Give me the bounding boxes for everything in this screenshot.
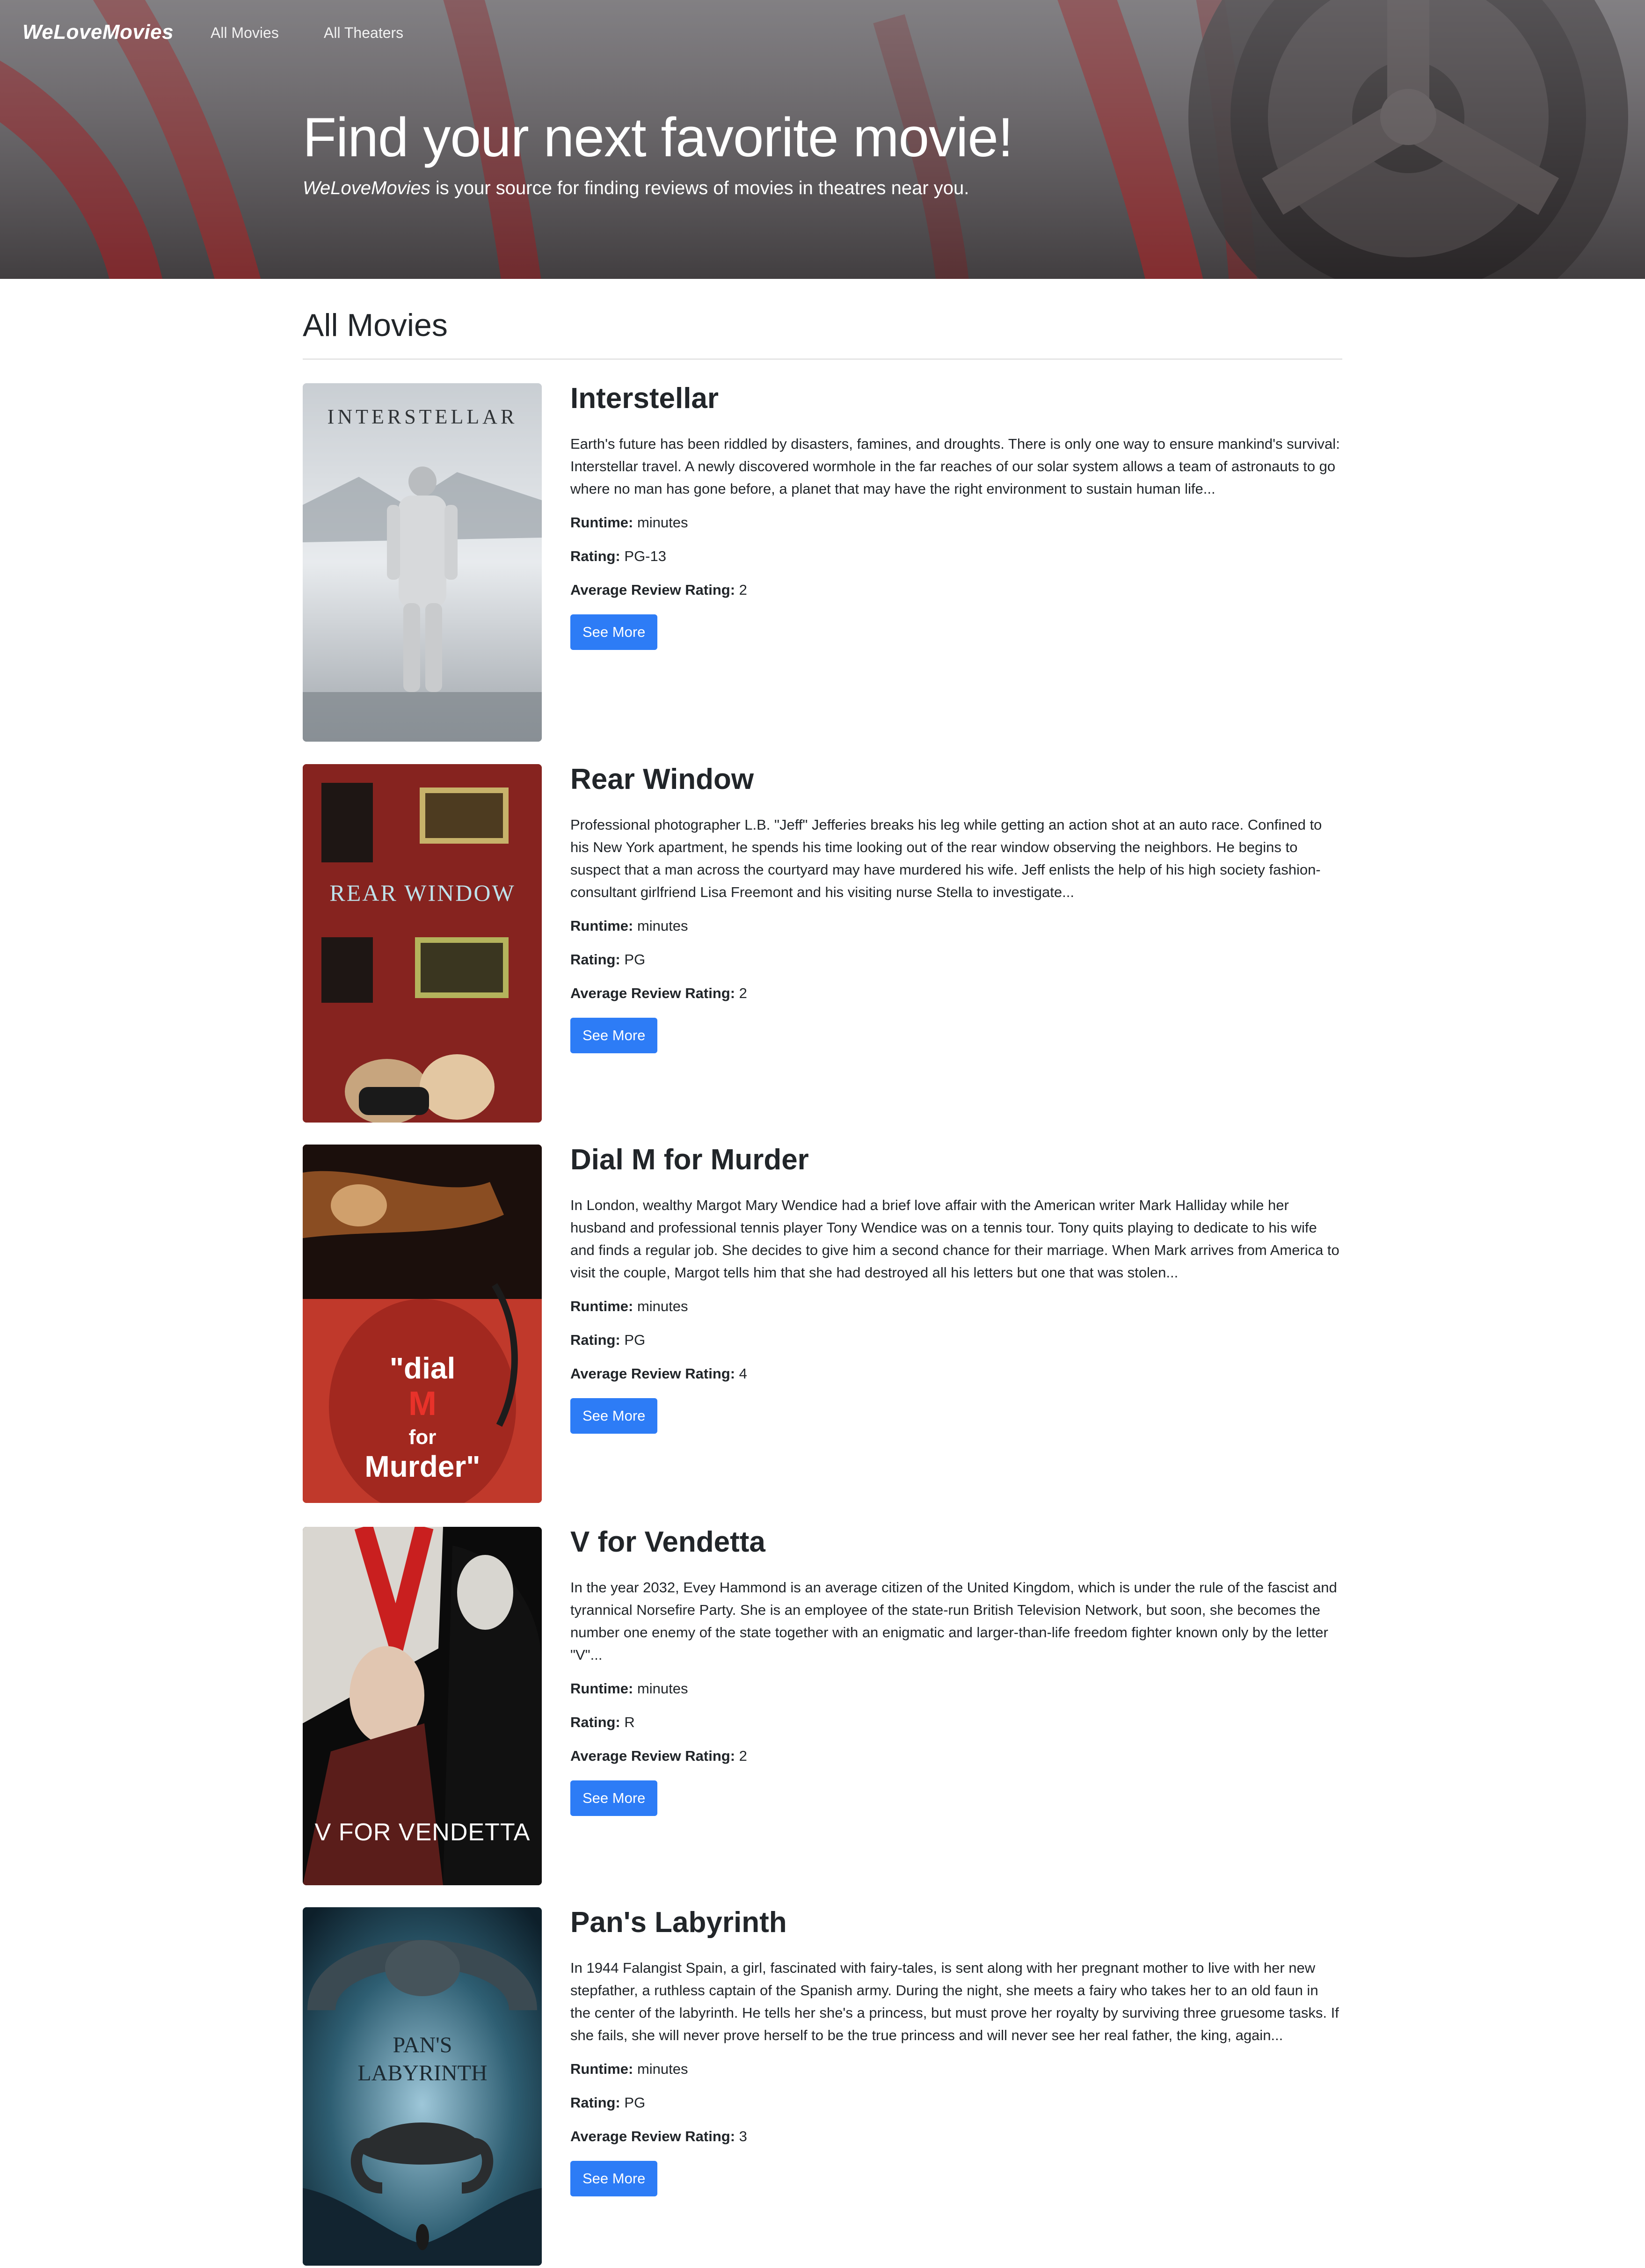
movie-rating: Rating: PG-13 xyxy=(570,545,1342,568)
movie-runtime: Runtime: minutes xyxy=(570,1677,1342,1700)
see-more-button[interactable]: See More xyxy=(570,1398,658,1434)
rating-label: Rating: xyxy=(570,1332,620,1348)
average-label: Average Review Rating: xyxy=(570,582,735,598)
rating-label: Rating: xyxy=(570,548,620,564)
svg-text:"dial: "dial xyxy=(390,1351,456,1385)
runtime-label: Runtime: xyxy=(570,2061,633,2077)
svg-text:M: M xyxy=(408,1385,437,1422)
average-label: Average Review Rating: xyxy=(570,985,735,1001)
hero-banner: WeLoveMovies All Movies All Theaters Fin… xyxy=(0,0,1645,279)
nav-link-all-theaters[interactable]: All Theaters xyxy=(324,24,403,42)
average-label: Average Review Rating: xyxy=(570,2128,735,2144)
movie-description: Professional photographer L.B. "Jeff" Je… xyxy=(570,817,1322,900)
runtime-value: minutes xyxy=(637,514,688,531)
runtime-label: Runtime: xyxy=(570,918,633,934)
runtime-value: minutes xyxy=(637,2061,688,2077)
runtime-value: minutes xyxy=(637,1298,688,1314)
movie-title: Rear Window xyxy=(570,763,754,795)
movie-poster: REAR WINDOW xyxy=(303,764,542,1123)
navbar: WeLoveMovies All Movies All Theaters xyxy=(0,0,1645,67)
runtime-value: minutes xyxy=(637,918,688,934)
see-more-button[interactable]: See More xyxy=(570,1018,658,1053)
movie-average-rating: Average Review Rating: 2 xyxy=(570,1745,1342,1767)
movie-info: V for Vendetta In the year 2032, Evey Ha… xyxy=(570,1526,1342,1816)
rating-value: PG xyxy=(624,951,646,968)
movie-card: V FOR VENDETTA V for Vendetta In the yea… xyxy=(303,1526,1342,1885)
hero-subtitle-text: is your source for finding reviews of mo… xyxy=(430,178,969,198)
movie-info: Dial M for Murder In London, wealthy Mar… xyxy=(570,1144,1342,1434)
movie-rating: Rating: PG xyxy=(570,948,1342,971)
average-value: 2 xyxy=(739,985,747,1001)
average-value: 2 xyxy=(739,1748,747,1764)
runtime-label: Runtime: xyxy=(570,1680,633,1697)
movie-average-rating: Average Review Rating: 2 xyxy=(570,982,1342,1005)
movie-description: In the year 2032, Evey Hammond is an ave… xyxy=(570,1579,1337,1663)
svg-text:PAN'S: PAN'S xyxy=(393,2033,452,2057)
brand-logo[interactable]: WeLoveMovies xyxy=(22,21,174,44)
hero-subtitle: WeLoveMovies is your source for finding … xyxy=(303,178,969,199)
runtime-value: minutes xyxy=(637,1680,688,1697)
poster-title-text: V FOR VENDETTA xyxy=(315,1819,531,1846)
movie-title: Interstellar xyxy=(570,382,719,415)
rating-value: PG xyxy=(624,2094,646,2111)
movie-runtime: Runtime: minutes xyxy=(570,511,1342,534)
movie-info: Pan's Labyrinth In 1944 Falangist Spain,… xyxy=(570,1906,1342,2196)
rating-value: R xyxy=(624,1714,635,1730)
section-divider xyxy=(303,358,1342,360)
movie-poster: "dial M for Murder" xyxy=(303,1145,542,1503)
average-value: 3 xyxy=(739,2128,747,2144)
rating-value: PG-13 xyxy=(624,548,666,564)
movie-card: REAR WINDOW Rear Window Professional pho… xyxy=(303,763,1342,1123)
movie-average-rating: Average Review Rating: 2 xyxy=(570,579,1342,601)
movie-card: "dial M for Murder" Dial M for Murder In… xyxy=(303,1144,1342,1503)
movie-runtime: Runtime: minutes xyxy=(570,1295,1342,1318)
average-label: Average Review Rating: xyxy=(570,1365,735,1382)
rating-label: Rating: xyxy=(570,1714,620,1730)
poster-title-text: REAR WINDOW xyxy=(329,880,515,906)
see-more-button[interactable]: See More xyxy=(570,1780,658,1816)
hero-title: Find your next favorite movie! xyxy=(303,107,1013,168)
movie-description: In 1944 Falangist Spain, a girl, fascina… xyxy=(570,1960,1339,2043)
movie-poster: V FOR VENDETTA xyxy=(303,1527,542,1885)
movie-description: In London, wealthy Margot Mary Wendice h… xyxy=(570,1197,1339,1281)
poster-title-text: INTERSTELLAR xyxy=(328,405,518,428)
nav-link-all-movies[interactable]: All Movies xyxy=(211,24,279,42)
movie-card: PAN'S LABYRINTH Pan's Labyrinth In 1944 … xyxy=(303,1906,1342,2266)
runtime-label: Runtime: xyxy=(570,514,633,531)
movie-poster: INTERSTELLAR xyxy=(303,383,542,742)
movie-average-rating: Average Review Rating: 3 xyxy=(570,2125,1342,2148)
movie-rating: Rating: PG xyxy=(570,2092,1342,2114)
average-value: 2 xyxy=(739,582,747,598)
svg-text:LABYRINTH: LABYRINTH xyxy=(357,2061,487,2086)
movie-info: Interstellar Earth's future has been rid… xyxy=(570,382,1342,650)
svg-text:Murder": Murder" xyxy=(364,1450,480,1483)
hero-subtitle-brand: WeLoveMovies xyxy=(303,178,430,198)
rating-label: Rating: xyxy=(570,951,620,968)
movie-title: V for Vendetta xyxy=(570,1526,765,1558)
movie-poster: PAN'S LABYRINTH xyxy=(303,1907,542,2266)
runtime-label: Runtime: xyxy=(570,1298,633,1314)
movie-average-rating: Average Review Rating: 4 xyxy=(570,1363,1342,1385)
movie-runtime: Runtime: minutes xyxy=(570,915,1342,937)
svg-text:for: for xyxy=(409,1426,437,1449)
movie-description: Earth's future has been riddled by disas… xyxy=(570,436,1340,497)
movie-runtime: Runtime: minutes xyxy=(570,2058,1342,2080)
movie-rating: Rating: PG xyxy=(570,1329,1342,1351)
movie-title: Dial M for Murder xyxy=(570,1144,809,1176)
movie-title: Pan's Labyrinth xyxy=(570,1906,787,1939)
rating-label: Rating: xyxy=(570,2094,620,2111)
average-label: Average Review Rating: xyxy=(570,1748,735,1764)
rating-value: PG xyxy=(624,1332,646,1348)
see-more-button[interactable]: See More xyxy=(570,2161,658,2196)
section-title: All Movies xyxy=(303,307,448,343)
movie-card: INTERSTELLAR Interstellar Earth's future… xyxy=(303,382,1342,742)
average-value: 4 xyxy=(739,1365,747,1382)
movie-rating: Rating: R xyxy=(570,1711,1342,1734)
movie-info: Rear Window Professional photographer L.… xyxy=(570,763,1342,1053)
see-more-button[interactable]: See More xyxy=(570,614,658,650)
